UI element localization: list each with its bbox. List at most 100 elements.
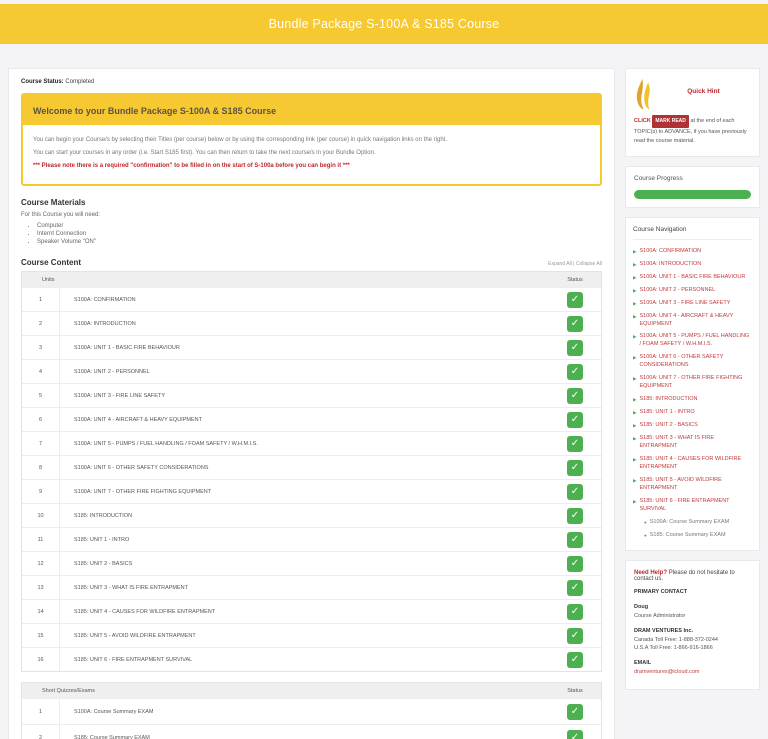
- table-row: 8 S100A: UNIT 6 - OTHER SAFETY CONSIDERA…: [22, 455, 601, 479]
- nav-link[interactable]: S100A: UNIT 6 - OTHER SAFETY CONSIDERATI…: [639, 354, 752, 370]
- email-label: EMAIL: [634, 659, 751, 668]
- unit-link[interactable]: S100A: UNIT 4 - AIRCRAFT & HEAVY EQUIPME…: [74, 417, 202, 423]
- play-icon: ▶: [633, 275, 636, 282]
- table-row: 5 S100A: UNIT 3 - FIRE LINE SAFETY ✓: [22, 383, 601, 407]
- unit-link[interactable]: S185: UNIT 5 - AVOID WILDFIRE ENTRAPMENT: [74, 633, 196, 639]
- unit-link[interactable]: S100A: UNIT 1 - BASIC FIRE BEHAVIOUR: [74, 345, 180, 351]
- nav-item: ▶S100A: UNIT 2 - PERSONNEL: [633, 284, 752, 297]
- unit-link[interactable]: S185: UNIT 2 - BASICS: [74, 561, 132, 567]
- nav-link[interactable]: S100A: UNIT 7 - OTHER FIRE FIGHTING EQUI…: [639, 375, 752, 391]
- play-icon: ▶: [633, 410, 636, 417]
- course-content-title: Course Content: [21, 258, 81, 267]
- bullet-dot-icon: ●: [644, 520, 647, 527]
- unit-number: 5: [22, 384, 60, 407]
- unit-link[interactable]: S100A: CONFIRMATION: [74, 297, 136, 303]
- unit-number: 12: [22, 552, 60, 575]
- play-icon: ▶: [633, 334, 636, 349]
- expand-collapse-link[interactable]: Expand All | Collapse All: [548, 261, 602, 267]
- contact-phone-canada: Canada Toll Free: 1-888-372-0244: [634, 636, 751, 645]
- nav-link[interactable]: S100A: UNIT 5 - PUMPS / FUEL HANDLING / …: [639, 333, 752, 349]
- nav-exam-link[interactable]: S185: Course Summary EXAM: [650, 532, 726, 540]
- page-body: Course Status: Completed Welcome to your…: [0, 44, 768, 739]
- unit-number: 7: [22, 432, 60, 455]
- play-icon: ▶: [633, 262, 636, 269]
- contact-card: Need Help? Please do not hesitate to con…: [625, 560, 760, 689]
- completed-check-icon: ✓: [567, 484, 583, 500]
- quick-hint-card: Quick Hint CLICK MARK READ at the end of…: [625, 68, 760, 157]
- play-icon: ▶: [633, 436, 636, 451]
- page-header: Bundle Package S-100A & S185 Course: [0, 4, 768, 44]
- play-icon: ▶: [633, 457, 636, 472]
- unit-link[interactable]: S185: UNIT 4 - CAUSES FOR WILDFIRE ENTRA…: [74, 609, 215, 615]
- play-icon: ▶: [633, 478, 636, 493]
- unit-link[interactable]: S100A: INTRODUCTION: [74, 321, 136, 327]
- completed-check-icon: ✓: [567, 436, 583, 452]
- table-row: 12 S185: UNIT 2 - BASICS ✓: [22, 551, 601, 575]
- nav-link[interactable]: S100A: CONFIRMATION: [639, 248, 701, 256]
- nav-link[interactable]: S185: UNIT 6 - FIRE ENTRAPMENT SURVIVAL: [639, 498, 752, 514]
- completed-check-icon: ✓: [567, 604, 583, 620]
- unit-number: 13: [22, 576, 60, 599]
- play-icon: ▶: [633, 314, 636, 329]
- status-column-header: Status: [549, 277, 601, 283]
- unit-link[interactable]: S185: UNIT 3 - WHAT IS FIRE ENTRAPMENT: [74, 585, 188, 591]
- nav-link[interactable]: S185: UNIT 2 - BASICS: [639, 422, 697, 430]
- nav-link[interactable]: S185: UNIT 1 - INTRO: [639, 409, 694, 417]
- nav-exam-link[interactable]: S100A: Course Summary EXAM: [650, 519, 729, 527]
- unit-link[interactable]: S100A: UNIT 6 - OTHER SAFETY CONSIDERATI…: [74, 465, 208, 471]
- primary-contact-label: PRIMARY CONTACT: [634, 588, 751, 597]
- nav-link[interactable]: S100A: UNIT 3 - FIRE LINE SAFETY: [639, 300, 730, 308]
- nav-link[interactable]: S185: UNIT 5 - AVOID WILDFIRE ENTRAPMENT: [639, 477, 752, 493]
- mark-read-button[interactable]: MARK READ: [652, 115, 689, 128]
- nav-link[interactable]: S100A: UNIT 4 - AIRCRAFT & HEAVY EQUIPME…: [639, 313, 752, 329]
- completed-check-icon: ✓: [567, 704, 583, 720]
- table-row: 6 S100A: UNIT 4 - AIRCRAFT & HEAVY EQUIP…: [22, 407, 601, 431]
- completed-check-icon: ✓: [567, 460, 583, 476]
- nav-item: ▶S185: UNIT 4 - CAUSES FOR WILDFIRE ENTR…: [633, 454, 752, 475]
- nav-link[interactable]: S185: UNIT 3 - WHAT IS FIRE ENTRAPMENT: [639, 435, 752, 451]
- course-status-label: Course Status:: [21, 79, 64, 85]
- nav-link[interactable]: S185: UNIT 4 - CAUSES FOR WILDFIRE ENTRA…: [639, 456, 752, 472]
- unit-link[interactable]: S100A: UNIT 5 - PUMPS / FUEL HANDLING / …: [74, 441, 258, 447]
- nav-item: ▶S185: UNIT 1 - INTRO: [633, 407, 752, 420]
- quick-hint-rest: at the end of each TOPIC(s) to ADVANCE, …: [634, 118, 747, 144]
- quiz-link[interactable]: S185: Course Summary EXAM: [74, 735, 150, 739]
- unit-link[interactable]: S185: UNIT 6 - FIRE ENTRAPMENT SURVIVAL: [74, 657, 192, 663]
- nav-exam-item: ●S100A: Course Summary EXAM: [633, 516, 752, 529]
- course-materials-list: Computer Internt Connection Speaker Volu…: [37, 222, 602, 246]
- quick-hint-title: Quick Hint: [656, 88, 751, 110]
- unit-number: 4: [22, 360, 60, 383]
- unit-link[interactable]: S185: INTRODUCTION: [74, 513, 132, 519]
- play-icon: ▶: [633, 301, 636, 308]
- table-row: 11 S185: UNIT 1 - INTRO ✓: [22, 527, 601, 551]
- nav-link[interactable]: S100A: INTRODUCTION: [639, 261, 701, 269]
- unit-link[interactable]: S100A: UNIT 3 - FIRE LINE SAFETY: [74, 393, 165, 399]
- quizzes-table: Short Quizzes/Exams Status 1 S100A: Cour…: [21, 682, 602, 739]
- table-row: 16 S185: UNIT 6 - FIRE ENTRAPMENT SURVIV…: [22, 647, 601, 671]
- unit-link[interactable]: S185: UNIT 1 - INTRO: [74, 537, 129, 543]
- completed-check-icon: ✓: [567, 556, 583, 572]
- unit-link[interactable]: S100A: UNIT 2 - PERSONNEL: [74, 369, 150, 375]
- welcome-paragraph-1: You can begin your Course/s by selecting…: [33, 136, 590, 145]
- completed-check-icon: ✓: [567, 316, 583, 332]
- nav-item: ▶S185: UNIT 5 - AVOID WILDFIRE ENTRAPMEN…: [633, 475, 752, 496]
- email-link[interactable]: dramventures@icloud.com: [634, 669, 700, 675]
- material-item: Computer: [37, 222, 602, 230]
- table-row: 7 S100A: UNIT 5 - PUMPS / FUEL HANDLING …: [22, 431, 601, 455]
- welcome-box: Welcome to your Bundle Package S-100A & …: [21, 93, 602, 186]
- progress-bar-fill: [634, 190, 751, 199]
- progress-bar-track: [634, 190, 751, 199]
- nav-link[interactable]: S185: INTRODUCTION: [639, 396, 697, 404]
- nav-link[interactable]: S100A: UNIT 1 - BASIC FIRE BEHAVIOUR: [639, 274, 745, 282]
- quiz-link[interactable]: S100A: Course Summary EXAM: [74, 709, 153, 715]
- table-row: 2 S185: Course Summary EXAM ✓: [22, 724, 601, 739]
- completed-check-icon: ✓: [567, 580, 583, 596]
- nav-link[interactable]: S100A: UNIT 2 - PERSONNEL: [639, 287, 715, 295]
- main-content-card: Course Status: Completed Welcome to your…: [8, 68, 615, 739]
- unit-number: 16: [22, 648, 60, 671]
- unit-link[interactable]: S100A: UNIT 7 - OTHER FIRE FIGHTING EQUI…: [74, 489, 211, 495]
- welcome-confirmation-note: *** Please note there is a required "con…: [33, 162, 590, 171]
- course-content-table-head: Units Status: [22, 272, 601, 287]
- course-status-value: Completed: [65, 79, 94, 85]
- completed-check-icon: ✓: [567, 730, 583, 739]
